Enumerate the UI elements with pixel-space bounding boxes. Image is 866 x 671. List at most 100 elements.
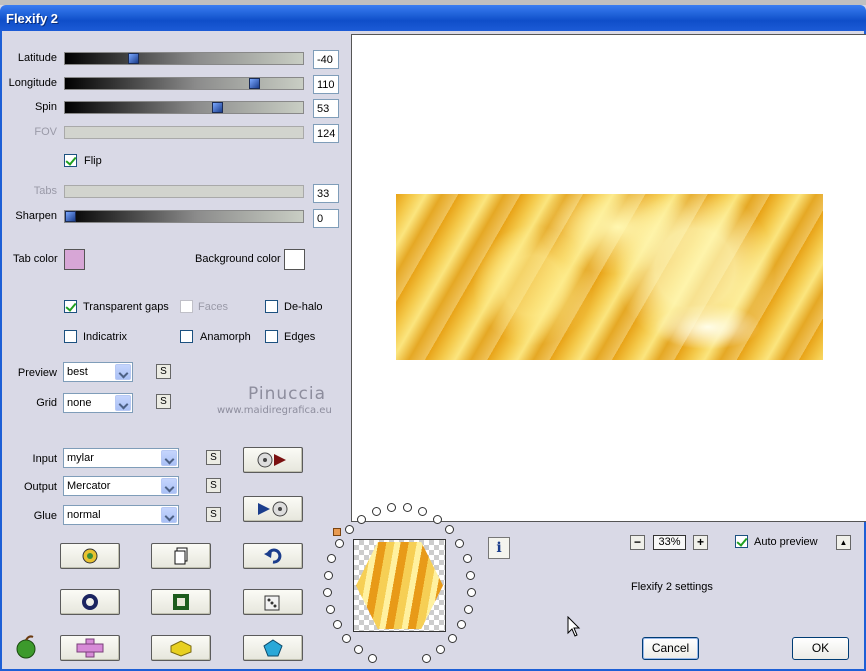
longitude-slider[interactable] [64, 77, 304, 90]
output-select-value: Mercator [67, 480, 111, 492]
flip-label: Flip [84, 155, 102, 167]
ring-dot[interactable] [327, 553, 337, 563]
ring-dot[interactable] [466, 587, 476, 597]
ring-dot[interactable] [354, 645, 364, 655]
chevron-down-icon[interactable] [115, 364, 131, 380]
tab-color-label: Tab color [13, 253, 58, 265]
spin-slider[interactable] [64, 101, 304, 114]
zoom-out-button[interactable]: − [630, 535, 645, 550]
ring-dot[interactable] [357, 514, 367, 524]
grid-select[interactable]: none [63, 393, 133, 413]
longitude-label: Longitude [8, 77, 57, 89]
ring-dot[interactable] [463, 604, 473, 614]
anamorph-checkbox[interactable] [180, 330, 193, 343]
output-s-button[interactable]: S [206, 478, 221, 493]
orange-handle[interactable] [333, 528, 341, 536]
undo-button[interactable] [243, 543, 303, 569]
ring-button[interactable] [60, 589, 120, 615]
chevron-down-icon[interactable] [161, 450, 177, 466]
sharpen-value[interactable]: 0 [313, 209, 339, 228]
randomize-button[interactable] [60, 543, 120, 569]
ring-dot[interactable] [371, 507, 381, 517]
background-color-swatch[interactable] [284, 249, 305, 270]
auto-preview-checkbox[interactable] [735, 535, 748, 548]
transparent-gaps-checkbox[interactable] [64, 300, 77, 313]
output-select[interactable]: Mercator [63, 476, 179, 496]
glue-s-button[interactable]: S [206, 507, 221, 522]
glue-select[interactable]: normal [63, 505, 179, 525]
latitude-slider-thumb[interactable] [128, 53, 139, 64]
random-dice-button[interactable] [243, 589, 303, 615]
preview-select-value: best [67, 366, 88, 378]
ring-dot[interactable] [368, 653, 378, 663]
settings-label: Flexify 2 settings [631, 581, 713, 593]
ring-dot[interactable] [466, 570, 476, 580]
indicatrix-checkbox[interactable] [64, 330, 77, 343]
sharpen-slider-thumb[interactable] [65, 211, 76, 222]
grid-s-button[interactable]: S [156, 394, 171, 409]
thumbnail-view[interactable] [353, 539, 446, 632]
spin-slider-thumb[interactable] [212, 102, 223, 113]
thumbnail-image [356, 542, 443, 629]
sharpen-slider[interactable] [64, 210, 304, 223]
pink-cross-icon [76, 638, 104, 658]
sharpen-label: Sharpen [15, 210, 57, 222]
ring-dot[interactable] [342, 634, 352, 644]
ring-dot[interactable] [334, 538, 344, 548]
info-button[interactable]: i [488, 537, 510, 559]
zoom-in-button[interactable]: + [693, 535, 708, 550]
brick-button[interactable] [151, 635, 211, 661]
flip-checkbox[interactable] [64, 154, 77, 167]
ring-dot[interactable] [445, 525, 455, 535]
grid-select-value: none [67, 397, 92, 409]
chevron-down-icon[interactable] [161, 507, 177, 523]
glue-select-value: normal [67, 509, 101, 521]
input-select[interactable]: mylar [63, 448, 179, 468]
ring-icon [82, 594, 98, 610]
gem-button[interactable] [243, 635, 303, 661]
preview-panel[interactable] [351, 34, 866, 522]
ring-dot[interactable] [455, 538, 465, 548]
ring-dot[interactable] [447, 634, 457, 644]
preview-select[interactable]: best [63, 362, 133, 382]
ring-dot[interactable] [323, 587, 333, 597]
latitude-slider[interactable] [64, 52, 304, 65]
ring-dot[interactable] [462, 553, 472, 563]
title-bar: Flexify 2 [0, 5, 866, 31]
zoom-level: 33% [653, 535, 686, 550]
fov-slider [64, 126, 304, 139]
play-output-button[interactable] [243, 496, 303, 522]
new-document-button[interactable] [151, 543, 211, 569]
preview-s-button[interactable]: S [156, 364, 171, 379]
apple-logo-icon [14, 635, 38, 662]
frame-button[interactable] [151, 589, 211, 615]
auto-preview-scroll-button[interactable]: ▲ [836, 535, 851, 550]
ring-dot[interactable] [435, 645, 445, 655]
chevron-down-icon[interactable] [161, 478, 177, 494]
background-color-label: Background color [195, 253, 281, 265]
input-s-button[interactable]: S [206, 450, 221, 465]
tabs-slider [64, 185, 304, 198]
longitude-slider-thumb[interactable] [249, 78, 260, 89]
ok-button[interactable]: OK [792, 637, 849, 660]
ring-dot[interactable] [344, 525, 354, 535]
ring-dot[interactable] [421, 653, 431, 663]
spin-value[interactable]: 53 [313, 99, 339, 118]
play-input-button[interactable] [243, 447, 303, 473]
longitude-value[interactable]: 110 [313, 75, 339, 94]
tab-color-swatch[interactable] [64, 249, 85, 270]
ring-dot[interactable] [432, 514, 442, 524]
ring-dot[interactable] [323, 570, 333, 580]
cancel-button[interactable]: Cancel [642, 637, 699, 660]
chevron-down-icon[interactable] [115, 395, 131, 411]
cross-button[interactable] [60, 635, 120, 661]
de-halo-checkbox[interactable] [265, 300, 278, 313]
dice-icon [264, 595, 280, 611]
edges-checkbox[interactable] [265, 330, 278, 343]
latitude-value[interactable]: -40 [313, 50, 339, 69]
auto-preview-label: Auto preview [754, 536, 818, 548]
tabs-label: Tabs [33, 185, 57, 197]
ring-dot[interactable] [332, 620, 342, 630]
ring-dot[interactable] [326, 604, 336, 614]
ring-dot[interactable] [457, 620, 467, 630]
